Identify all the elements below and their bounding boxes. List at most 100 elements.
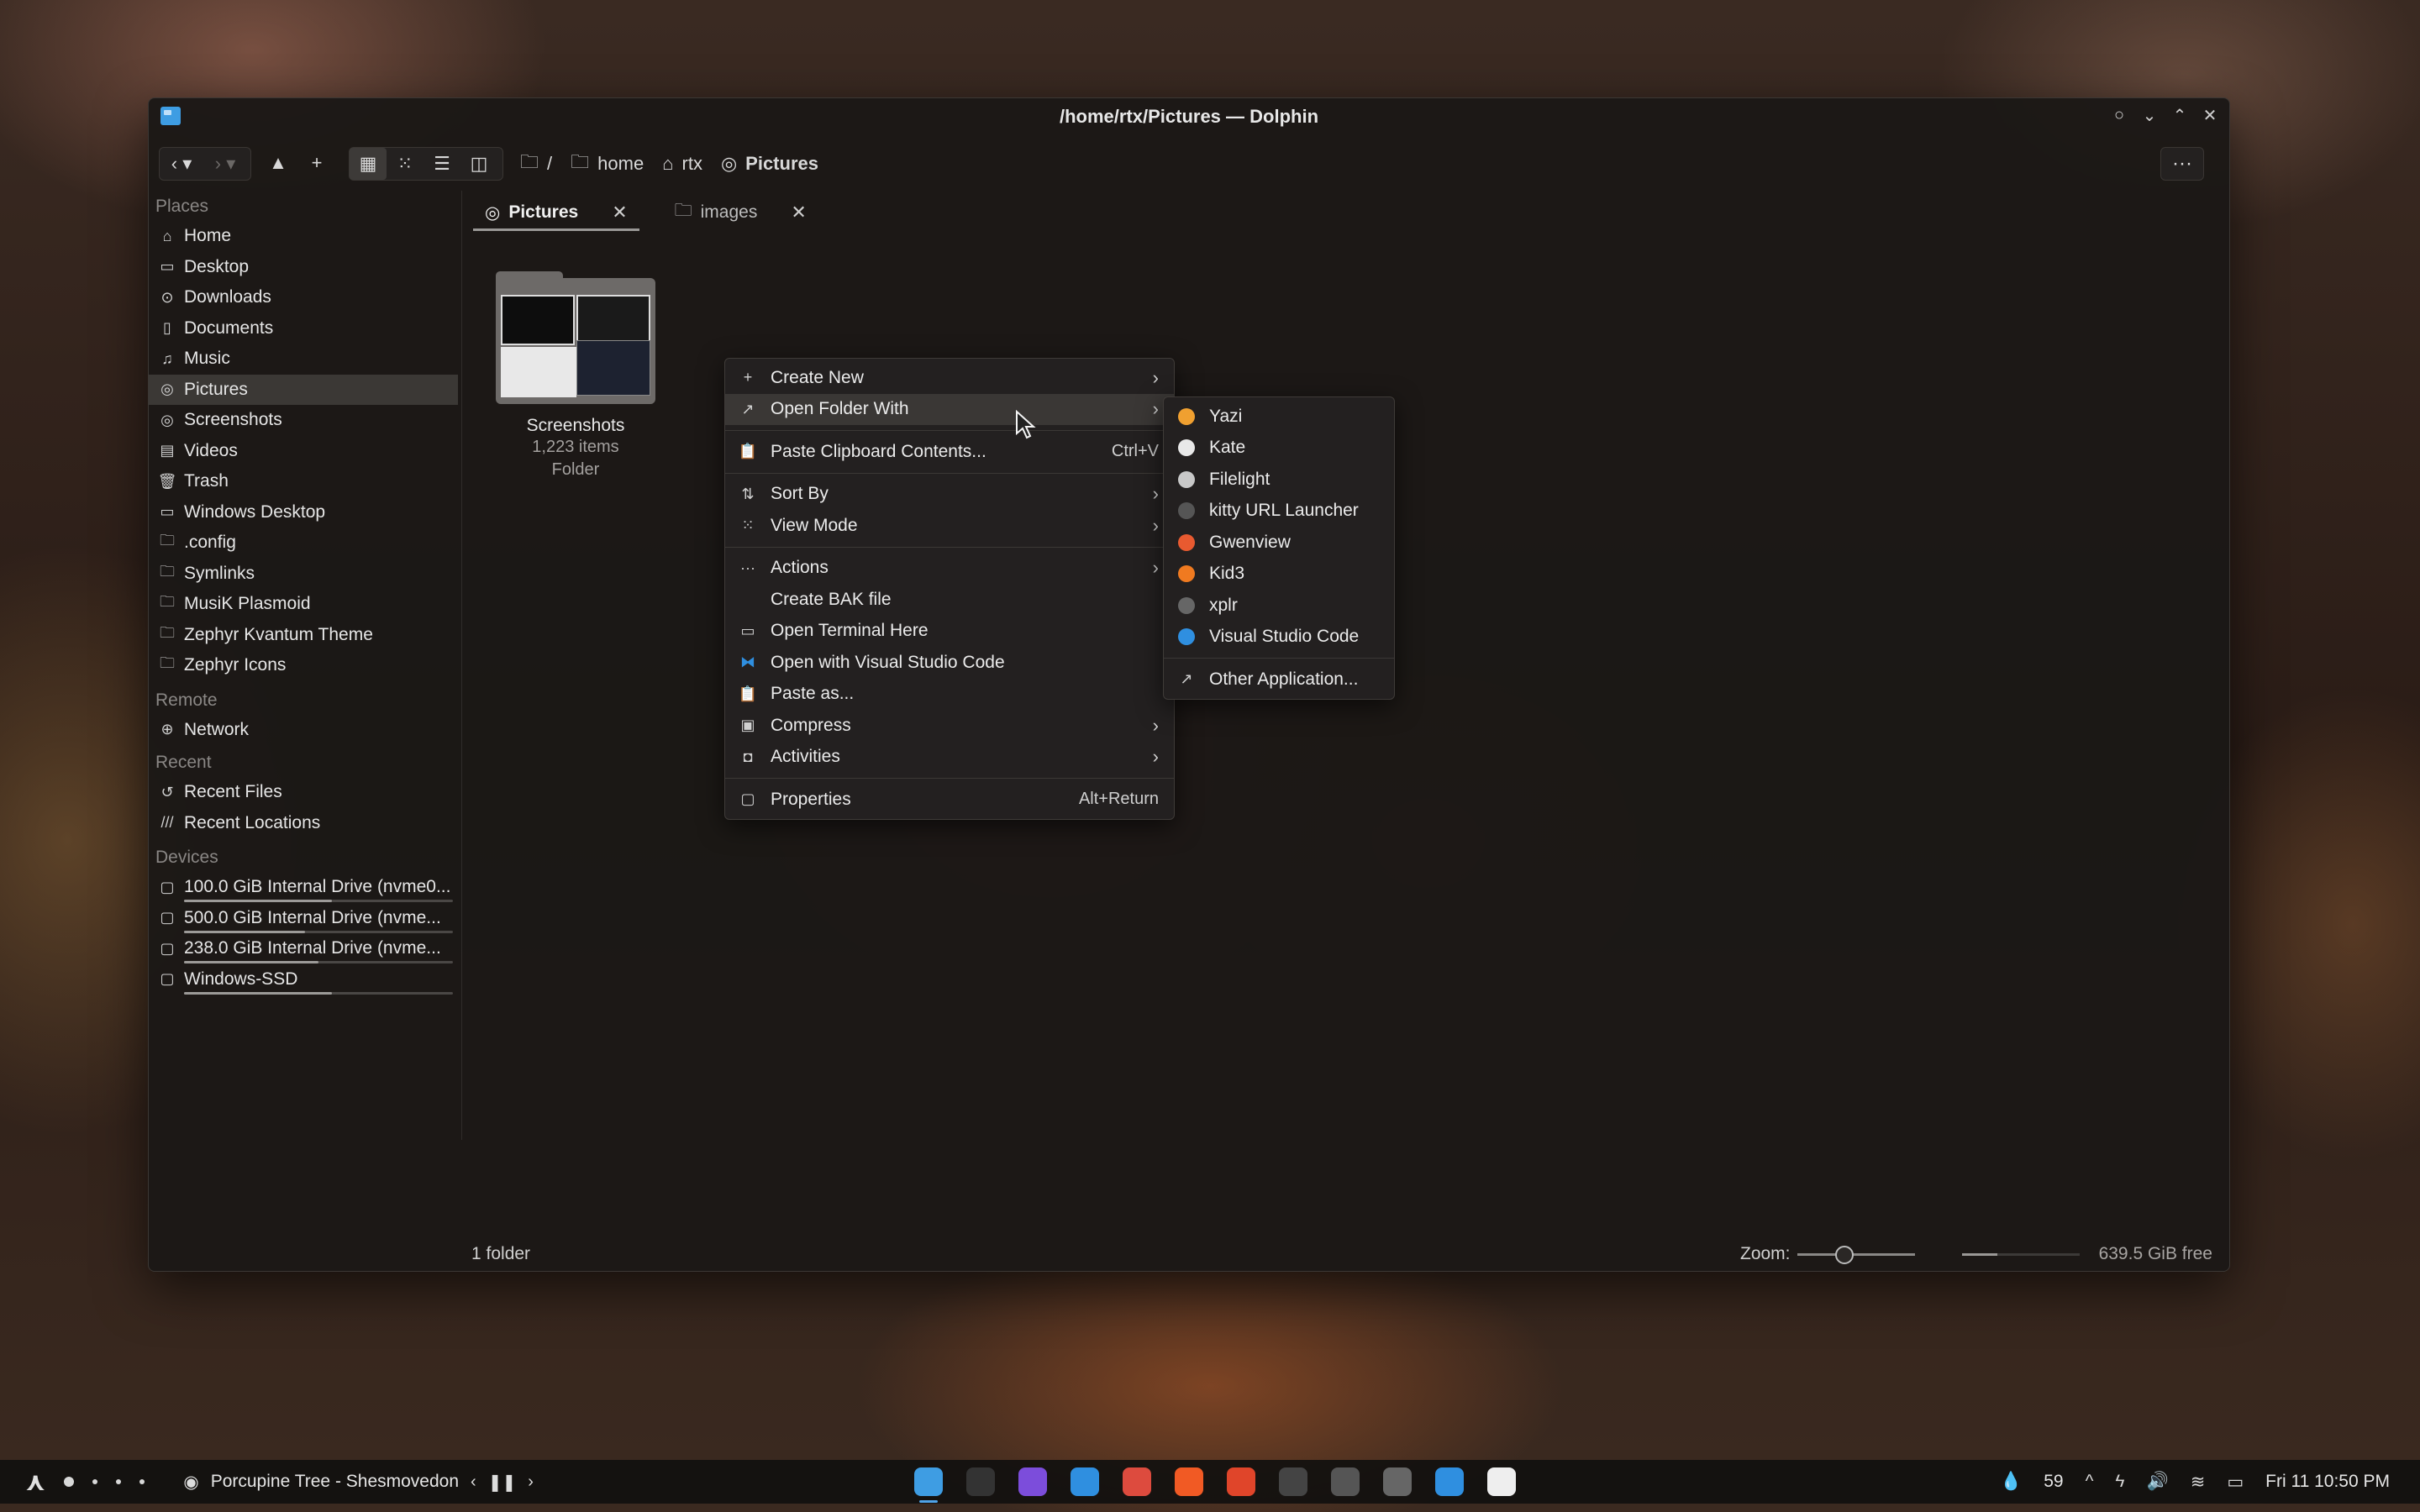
sidebar-item-documents[interactable]: ▯ Documents [149, 313, 458, 344]
keep-above-icon[interactable]: ○ [2110, 105, 2128, 125]
vscode-icon[interactable] [1071, 1467, 1099, 1496]
dolphin-icon[interactable] [914, 1467, 943, 1503]
hamburger-menu-button[interactable]: ··· [2160, 147, 2204, 181]
sidebar-item-zephyr-icons[interactable]: 🗀 Zephyr Icons [149, 650, 458, 681]
sidebar-item-trash[interactable]: 🗑 Trash [149, 466, 458, 497]
menu-item-compress[interactable]: ▣ Compress › [725, 710, 1174, 742]
sidebar-item-desktop[interactable]: ▭ Desktop [149, 252, 458, 283]
minimize-icon[interactable]: ⌄ [2140, 105, 2159, 125]
sidebar-item-network[interactable]: ⊕ Network [149, 715, 458, 746]
menu-item-paste-as[interactable]: 📋 Paste as... [725, 679, 1174, 711]
clock[interactable]: Fri 11 10:50 PM [2265, 1472, 2390, 1492]
previous-track-icon[interactable]: ‹ [471, 1473, 476, 1492]
device-label: Windows-SSD [184, 969, 298, 989]
back-button[interactable]: ‹ ▾ [160, 148, 203, 180]
drop-icon[interactable]: 💧 [2000, 1472, 2022, 1492]
next-track-icon[interactable]: › [528, 1473, 534, 1492]
titlebar[interactable]: /home/rtx/Pictures — Dolphin ○ ⌄ ⌃ ✕ [149, 98, 2229, 134]
sidebar-item-screenshots[interactable]: ◎ Screenshots [149, 405, 458, 436]
breadcrumb-home[interactable]: 🗀 home [571, 148, 644, 180]
blocker-icon[interactable] [1487, 1467, 1516, 1496]
split-view-button[interactable]: ◫ [460, 148, 497, 180]
up-button[interactable]: ▲ [261, 147, 295, 179]
wifi-icon[interactable]: ≋ [2191, 1472, 2206, 1493]
breadcrumb-rtx[interactable]: ⌂ rtx [662, 153, 702, 175]
compact-view-button[interactable]: ⁙ [387, 148, 424, 180]
app-launcher-icon[interactable]: ⋏ [25, 1467, 45, 1497]
spotify-tray-icon[interactable] [1383, 1467, 1412, 1496]
chrome-icon[interactable] [1123, 1467, 1151, 1496]
sidebar-item-zephyr-kvantum-theme[interactable]: 🗀 Zephyr Kvantum Theme [149, 620, 458, 651]
sidebar-item-pictures[interactable]: ◎ Pictures [149, 374, 458, 405]
sidebar-item-videos[interactable]: ▤ Videos [149, 436, 458, 467]
menu-item-open-folder-with[interactable]: ↗ Open Folder With › [725, 393, 1174, 425]
sidebar-item-recent-locations[interactable]: /// Recent Locations [149, 808, 458, 839]
chevron-right-icon: › [1152, 714, 1159, 736]
menu-item-xplr[interactable]: xplr [1164, 590, 1394, 622]
performance-icon[interactable]: ϟ [2115, 1472, 2124, 1492]
forward-button[interactable]: › ▾ [203, 148, 247, 180]
desktop-pager-dot[interactable] [92, 1479, 98, 1484]
obsidian-icon[interactable] [1018, 1467, 1047, 1496]
sidebar-item-home[interactable]: ⌂ Home [149, 221, 458, 252]
menu-item-yazi[interactable]: Yazi [1164, 401, 1394, 433]
menu-item-other-application[interactable]: ↗ Other Application... [1164, 664, 1394, 696]
desktop-pager-dot[interactable] [64, 1477, 75, 1487]
brave-icon[interactable] [1175, 1467, 1203, 1496]
sidebar-device[interactable]: ▢ 500.0 GiB Internal Drive (nvme... [149, 903, 458, 934]
tab-images[interactable]: 🗀 images ✕ [663, 194, 818, 231]
open-with-submenu: Yazi Kate Filelight kitty URL Launcher Gwenv… [1163, 396, 1395, 700]
volume-icon[interactable]: 🔊 [2147, 1472, 2169, 1492]
zoom-slider[interactable] [1797, 1246, 1915, 1264]
menu-item-kate[interactable]: Kate [1164, 433, 1394, 465]
pause-icon[interactable]: ❚❚ [488, 1472, 517, 1493]
downloads-10k-icon[interactable] [1435, 1467, 1464, 1496]
menu-item-kid3[interactable]: Kid3 [1164, 559, 1394, 591]
sidebar-device[interactable]: ▢ 100.0 GiB Internal Drive (nvme0... [149, 872, 458, 903]
close-tab-icon[interactable]: ✕ [612, 202, 627, 223]
menu-item-visual-studio-code[interactable]: Visual Studio Code [1164, 622, 1394, 654]
sidebar-item-music[interactable]: ♫ Music [149, 344, 458, 375]
breadcrumb-pictures[interactable]: ◎ Pictures [721, 153, 818, 175]
zoom-slider-handle[interactable] [1835, 1246, 1854, 1264]
sidebar-item-recent-files[interactable]: ↺ Recent Files [149, 777, 458, 808]
sidebar-item-musik-plasmoid[interactable]: 🗀 MusiK Plasmoid [149, 589, 458, 620]
sidebar-device[interactable]: ▢ Windows-SSD [149, 964, 458, 995]
menu-item-properties[interactable]: ▢ Properties Alt+Return [725, 784, 1174, 816]
menu-item-view-mode[interactable]: ⁙ View Mode › [725, 510, 1174, 542]
sidebar-device[interactable]: ▢ 238.0 GiB Internal Drive (nvme... [149, 933, 458, 964]
tab-pictures[interactable]: ◎ Pictures ✕ [473, 194, 639, 231]
media-player-widget[interactable]: ◉ Porcupine Tree - Shesmovedon ‹ ❚❚ › [183, 1472, 534, 1493]
details-view-button[interactable]: ☰ [424, 148, 460, 180]
file-item-screenshots[interactable]: Screenshots 1,223 items Folder [492, 271, 660, 481]
new-tab-button[interactable]: + [300, 147, 334, 179]
obs-icon[interactable] [1279, 1467, 1307, 1496]
menu-item-kitty-url-launcher[interactable]: kitty URL Launcher [1164, 496, 1394, 528]
terminal-icon[interactable] [966, 1467, 995, 1496]
menu-item-paste-clipboard-contents[interactable]: 📋 Paste Clipboard Contents... Ctrl+V [725, 436, 1174, 468]
menu-item-gwenview[interactable]: Gwenview [1164, 527, 1394, 559]
sidebar-item-downloads[interactable]: ⊙ Downloads [149, 282, 458, 313]
settings-icon[interactable] [1331, 1467, 1360, 1496]
menu-item-sort-by[interactable]: ⇅ Sort By › [725, 479, 1174, 511]
tray-expand-icon[interactable]: ^ [2086, 1472, 2094, 1492]
desktop-pager-dot[interactable] [116, 1479, 122, 1484]
menu-item-create-bak-file[interactable]: Create BAK file [725, 584, 1174, 616]
menu-item-actions[interactable]: ··· Actions › [725, 553, 1174, 585]
menu-item-open-terminal-here[interactable]: ▭ Open Terminal Here [725, 616, 1174, 648]
close-tab-icon[interactable]: ✕ [791, 202, 806, 223]
sidebar-item-config[interactable]: 🗀 .config [149, 528, 458, 559]
sidebar-item-symlinks[interactable]: 🗀 Symlinks [149, 559, 458, 590]
desktop-pager-dot[interactable] [139, 1479, 145, 1484]
maximize-icon[interactable]: ⌃ [2170, 105, 2189, 125]
menu-item-filelight[interactable]: Filelight [1164, 464, 1394, 496]
menu-item-open-with-visual-studio-code[interactable]: ⧓ Open with Visual Studio Code [725, 647, 1174, 679]
menu-item-create-new[interactable]: + Create New › [725, 362, 1174, 394]
icons-view-button[interactable]: ▦ [350, 148, 387, 180]
sidebar-item-windows-desktop[interactable]: ▭ Windows Desktop [149, 497, 458, 528]
close-icon[interactable]: ✕ [2201, 105, 2219, 125]
breadcrumb-root[interactable]: 🗀 / [520, 148, 552, 180]
battery-icon[interactable]: ▭ [2227, 1472, 2244, 1493]
menu-item-activities[interactable]: ◘ Activities › [725, 742, 1174, 774]
brave-alt-icon[interactable] [1227, 1467, 1255, 1496]
